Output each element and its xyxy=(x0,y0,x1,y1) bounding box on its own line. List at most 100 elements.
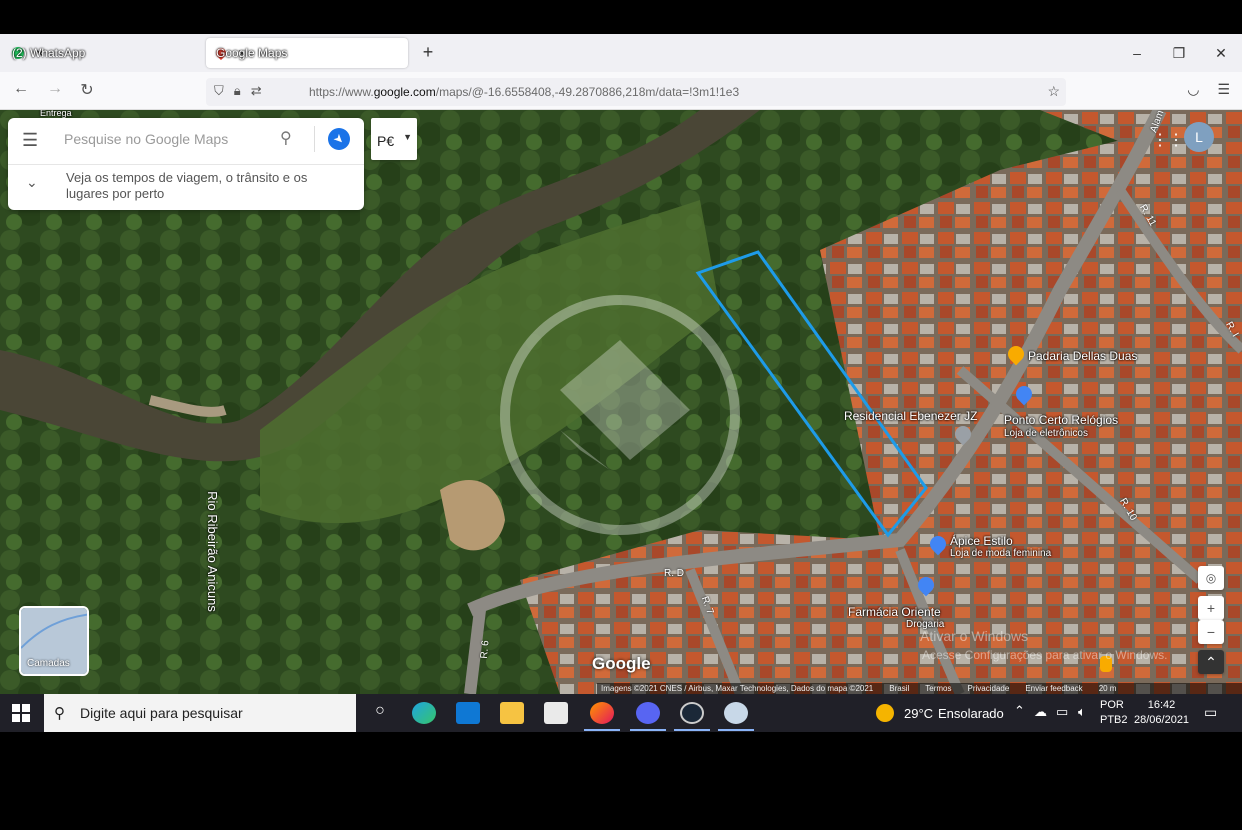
search-icon: ⚲ xyxy=(54,705,65,722)
tab-label: Google Maps xyxy=(216,46,288,60)
paint-icon[interactable] xyxy=(724,702,748,724)
clock-time: 16:42 xyxy=(1147,699,1176,711)
river-label: Rio Ribeirão Anicuns xyxy=(204,491,220,612)
discord-icon[interactable] xyxy=(636,702,660,724)
url-host: google.com xyxy=(373,85,436,99)
mail-icon[interactable] xyxy=(456,702,480,724)
clock-date: 28/06/2021 xyxy=(1134,714,1190,726)
active-app-indicator xyxy=(718,729,754,731)
account-avatar[interactable]: L xyxy=(1184,122,1214,152)
language-indicator[interactable]: POR PTB2 xyxy=(1100,698,1128,728)
tab-google-maps[interactable]: Google Maps × xyxy=(206,38,408,68)
shield-icon[interactable]: ⛉ xyxy=(214,83,224,99)
permissions-icon[interactable]: ⇄ xyxy=(251,83,262,99)
imagery-credit: Imagens ©2021 CNES / Airbus, Maxar Techn… xyxy=(601,684,874,693)
back-button[interactable]: ← xyxy=(10,80,32,98)
maps-search-input[interactable] xyxy=(64,126,274,152)
caret-down-icon: ▼ xyxy=(403,132,412,142)
task-view-icon[interactable]: ○ xyxy=(368,702,392,724)
travel-hint[interactable]: Veja os tempos de viagem, o trânsito e o… xyxy=(66,170,346,202)
url-text[interactable]: https://www.google.com/maps/@-16.6558408… xyxy=(309,85,739,99)
zoom-out-button[interactable]: − xyxy=(1198,620,1224,644)
lang-line1: POR xyxy=(1100,699,1124,711)
screen: (2) WhatsApp × Google Maps × + – ❐ ✕ ← →… xyxy=(0,0,1242,830)
map-footer: Imagens ©2021 CNES / Airbus, Maxar Techn… xyxy=(597,683,1242,694)
tab-label: (2) WhatsApp xyxy=(12,46,86,60)
maps-search-panel: ☰ ⚲ ➤ ⌄ Veja os tempos de viagem, o trân… xyxy=(8,118,364,210)
pe-dropdown-button[interactable]: P€ ▼ xyxy=(371,118,417,160)
maximize-button[interactable]: ❐ xyxy=(1158,34,1200,72)
layers-label: Camadas xyxy=(27,658,70,669)
layers-button[interactable]: Camadas xyxy=(19,606,89,676)
clock[interactable]: 16:42 28/06/2021 xyxy=(1134,698,1189,728)
lang-line2: PTB2 xyxy=(1100,714,1128,726)
divider xyxy=(8,164,364,165)
window-controls: – ❐ ✕ xyxy=(1116,34,1242,72)
hamburger-menu-icon[interactable]: ☰ xyxy=(22,130,38,151)
toolbar-right: ◡ ☰ xyxy=(1187,81,1230,98)
place-sublabel: Loja de moda feminina xyxy=(950,548,1052,559)
active-app-indicator xyxy=(584,729,620,731)
my-location-icon[interactable]: ◎ xyxy=(1198,566,1224,590)
pocket-icon[interactable]: ◡ xyxy=(1187,81,1199,98)
terms-link[interactable]: Termos xyxy=(925,683,951,694)
weather-sun-icon[interactable] xyxy=(876,704,894,722)
zoom-in-button[interactable]: + xyxy=(1198,596,1224,620)
feedback-link[interactable]: Enviar feedback xyxy=(1025,683,1082,694)
store-icon[interactable] xyxy=(544,702,568,724)
scale-label[interactable]: 20 m xyxy=(1099,683,1117,694)
windows-activation-title: Ativar o Windows xyxy=(920,628,1029,644)
country-link[interactable]: Brasil xyxy=(889,683,909,694)
satellite-map[interactable]: Entrega ☰ ⚲ ➤ ⌄ Veja os tempos de viagem… xyxy=(0,110,1242,694)
new-tab-button[interactable]: + xyxy=(418,42,438,63)
place-sublabel: Loja de eletrônicos xyxy=(1004,428,1088,439)
edge-icon[interactable] xyxy=(412,702,436,724)
address-bar[interactable]: ⛉ 🔒︎ ⇄ https://www.google.com/maps/@-16.… xyxy=(206,78,1066,106)
windows-start-icon[interactable] xyxy=(12,704,30,722)
road-label: R. 6 xyxy=(478,639,492,660)
taskbar-search-text: Digite aqui para pesquisar xyxy=(80,705,243,721)
reload-button[interactable]: ↻ xyxy=(76,80,98,100)
divider xyxy=(314,126,315,152)
search-icon[interactable]: ⚲ xyxy=(280,128,292,148)
menu-icon[interactable]: ☰ xyxy=(1217,81,1230,98)
place-label[interactable]: Padaria Dellas Duas xyxy=(1028,349,1137,363)
place-label[interactable]: Ápice Estilo xyxy=(950,534,1013,548)
google-logo: Google xyxy=(592,654,651,673)
close-window-button[interactable]: ✕ xyxy=(1200,34,1242,72)
url-icons: ⛉ 🔒︎ ⇄ xyxy=(214,83,262,99)
forward-button[interactable]: → xyxy=(44,80,66,98)
chevron-down-icon[interactable]: ⌄ xyxy=(26,174,38,191)
steam-icon[interactable] xyxy=(680,702,704,724)
firefox-icon[interactable] xyxy=(590,702,614,724)
taskbar-search[interactable]: ⚲ Digite aqui para pesquisar xyxy=(44,694,356,732)
pe-label: P€ xyxy=(377,133,395,149)
place-label[interactable]: Residencial Ebenezer JZ xyxy=(844,409,977,423)
lock-icon[interactable]: 🔒︎ xyxy=(234,83,241,99)
cloud-icon[interactable]: ☁ xyxy=(1034,704,1047,742)
file-explorer-icon[interactable] xyxy=(500,702,524,724)
active-app-indicator xyxy=(674,729,710,731)
minimize-button[interactable]: – xyxy=(1116,34,1158,72)
directions-icon[interactable]: ➤ xyxy=(323,123,355,155)
weather-desc[interactable]: Ensolarado xyxy=(938,706,1004,744)
url-prefix: https://www. xyxy=(309,85,374,99)
active-app-indicator xyxy=(630,729,666,731)
weather-temp[interactable]: 29°C xyxy=(904,706,933,744)
windows-activation-text: Acesse Configurações para ativar o Windo… xyxy=(922,648,1168,662)
notification-icon[interactable]: ▭ xyxy=(1204,704,1217,721)
network-icon[interactable]: ▭ xyxy=(1056,704,1068,742)
bookmark-star-icon[interactable]: ☆ xyxy=(1047,83,1060,100)
tab-bar: (2) WhatsApp × Google Maps × xyxy=(0,34,1242,72)
volume-icon[interactable]: 🔈︎ xyxy=(1078,704,1086,742)
chevron-up-icon[interactable]: ⌃ xyxy=(1014,703,1025,741)
url-path: /maps/@-16.6558408,-49.2870886,218m/data… xyxy=(435,85,740,99)
map-snippet-label: Entrega xyxy=(40,110,72,118)
privacy-link[interactable]: Privacidade xyxy=(968,683,1010,694)
road-label: R. D xyxy=(664,568,684,579)
place-label[interactable]: Farmácia Oriente xyxy=(848,605,941,619)
expand-imagery-button[interactable]: ⌃ xyxy=(1198,650,1224,674)
place-label[interactable]: Ponto Certo Relógios xyxy=(1004,413,1118,427)
tab-whatsapp[interactable]: (2) WhatsApp × xyxy=(2,38,202,68)
taskbar: ⚲ Digite aqui para pesquisar ○ 29°C Enso… xyxy=(0,694,1242,732)
